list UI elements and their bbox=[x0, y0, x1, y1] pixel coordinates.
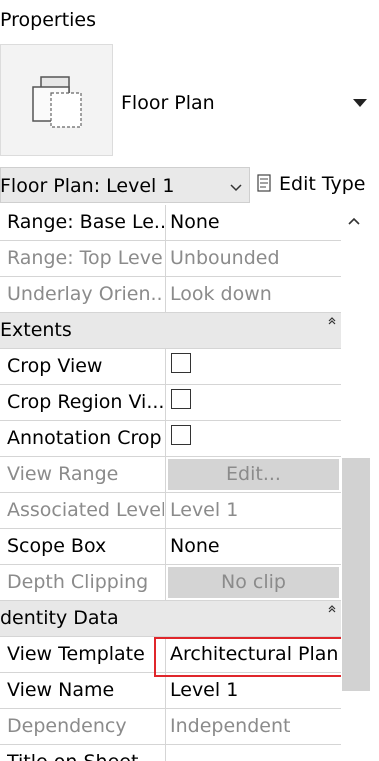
edit-type-button[interactable]: Edit Type bbox=[279, 173, 365, 195]
chevron-down-icon[interactable] bbox=[229, 178, 243, 197]
column-divider bbox=[165, 637, 166, 673]
property-value: Level 1 bbox=[170, 499, 239, 521]
property-row-view-name[interactable]: View Name Level 1 bbox=[0, 673, 341, 709]
property-value[interactable]: Level 1 bbox=[170, 679, 238, 701]
collapse-icon[interactable] bbox=[327, 603, 337, 617]
property-name: View Range bbox=[7, 463, 119, 485]
property-row-annotation-crop[interactable]: Annotation Crop bbox=[0, 421, 341, 457]
column-divider bbox=[165, 349, 166, 385]
group-header-extents[interactable]: Extents bbox=[0, 313, 341, 349]
group-title: Extents bbox=[0, 319, 72, 341]
property-row-range-top[interactable]: Range: Top Level Unbounded bbox=[0, 241, 341, 277]
crop-view-checkbox[interactable] bbox=[171, 353, 191, 373]
property-name: Annotation Crop bbox=[7, 427, 162, 449]
property-name: Scope Box bbox=[7, 535, 107, 557]
dropdown-triangle-icon[interactable] bbox=[352, 94, 368, 113]
property-row-underlay[interactable]: Underlay Orien... Look down bbox=[0, 277, 341, 313]
floor-plan-type-icon bbox=[0, 44, 113, 156]
column-divider bbox=[165, 493, 166, 529]
property-name: Dependency bbox=[7, 715, 127, 737]
collapse-icon[interactable] bbox=[327, 315, 337, 329]
property-name: Title on Sheet bbox=[7, 751, 164, 761]
column-divider bbox=[165, 565, 166, 601]
instance-selector-value: Floor Plan: Level 1 bbox=[0, 175, 175, 197]
column-divider bbox=[165, 457, 166, 493]
type-name: Floor Plan bbox=[121, 92, 215, 114]
view-range-edit-button[interactable]: Edit... bbox=[168, 459, 339, 490]
scrollbar-thumb[interactable] bbox=[342, 458, 370, 691]
column-divider bbox=[165, 529, 166, 565]
property-row-dependency[interactable]: Dependency Independent bbox=[0, 709, 341, 745]
button-label: Edit... bbox=[226, 463, 281, 485]
property-name: View Name bbox=[7, 679, 115, 701]
column-divider bbox=[165, 745, 166, 761]
property-value: Independent bbox=[170, 715, 291, 737]
view-template-button[interactable]: Architectural Plan bbox=[170, 643, 338, 665]
property-value: Look down bbox=[170, 283, 272, 305]
scroll-up-icon[interactable] bbox=[346, 212, 362, 231]
property-row-scope-box[interactable]: Scope Box None bbox=[0, 529, 341, 565]
property-name: Underlay Orien... bbox=[7, 283, 164, 305]
property-row-crop-view[interactable]: Crop View bbox=[0, 349, 341, 385]
crop-region-checkbox[interactable] bbox=[171, 389, 191, 409]
property-row-view-range[interactable]: View Range Edit... bbox=[0, 457, 341, 493]
group-header-identity-data[interactable]: dentity Data bbox=[0, 601, 341, 637]
property-row-associated-level[interactable]: Associated Level Level 1 bbox=[0, 493, 341, 529]
column-divider bbox=[165, 241, 166, 277]
property-row-depth-clipping[interactable]: Depth Clipping No clip bbox=[0, 565, 341, 601]
property-name: Range: Base Le... bbox=[7, 211, 164, 233]
property-name: Associated Level bbox=[7, 499, 164, 521]
property-row-crop-region[interactable]: Crop Region Vi... bbox=[0, 385, 341, 421]
column-divider bbox=[165, 709, 166, 745]
property-value[interactable]: None bbox=[170, 535, 220, 557]
property-value[interactable]: None bbox=[170, 211, 220, 233]
depth-clipping-button[interactable]: No clip bbox=[168, 567, 339, 598]
button-label: No clip bbox=[221, 571, 286, 593]
property-row-title-on-sheet[interactable]: Title on Sheet bbox=[0, 745, 341, 761]
property-name: View Template bbox=[7, 643, 145, 665]
column-divider bbox=[165, 205, 166, 241]
panel-title: Properties bbox=[0, 9, 97, 31]
property-value: Unbounded bbox=[170, 247, 280, 269]
property-name: Crop View bbox=[7, 355, 103, 377]
property-row-range-base[interactable]: Range: Base Le... None bbox=[0, 205, 341, 241]
column-divider bbox=[165, 277, 166, 313]
property-row-view-template[interactable]: View Template Architectural Plan bbox=[0, 637, 341, 673]
property-name: Range: Top Level bbox=[7, 247, 164, 269]
group-title: dentity Data bbox=[0, 607, 119, 629]
column-divider bbox=[165, 385, 166, 421]
properties-header: Properties bbox=[0, 0, 379, 40]
edit-type-icon bbox=[257, 174, 275, 198]
property-name: Crop Region Vi... bbox=[7, 391, 164, 413]
property-name: Depth Clipping bbox=[7, 571, 149, 593]
annotation-crop-checkbox[interactable] bbox=[171, 425, 191, 445]
column-divider bbox=[165, 421, 166, 457]
properties-grid: Range: Base Le... None Range: Top Level … bbox=[0, 205, 341, 761]
column-divider bbox=[165, 673, 166, 709]
